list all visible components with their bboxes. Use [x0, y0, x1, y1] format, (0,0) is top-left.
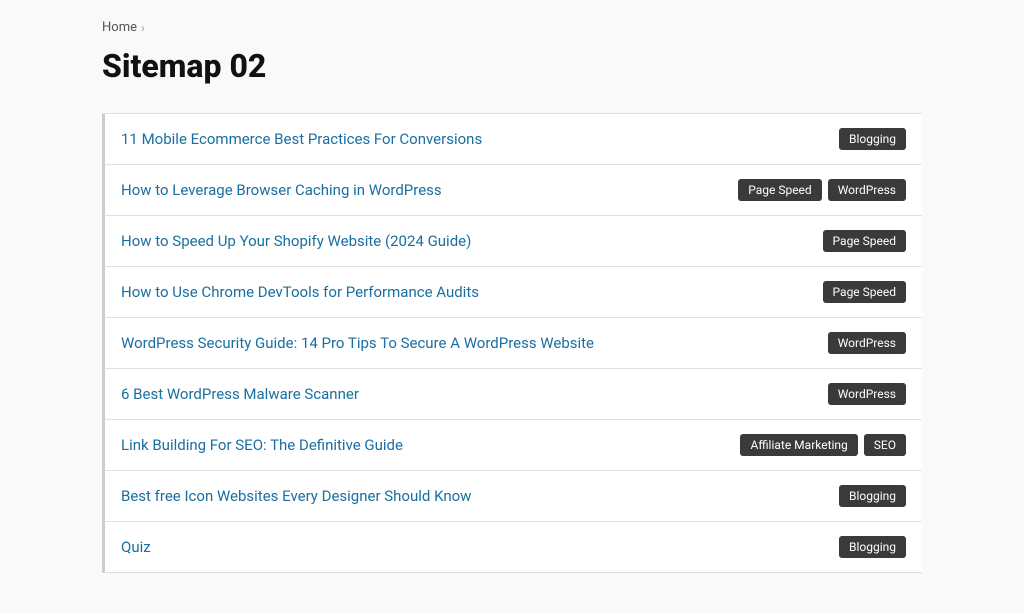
- sitemap-list: 11 Mobile Ecommerce Best Practices For C…: [102, 113, 922, 573]
- tag-group: Blogging: [839, 128, 906, 150]
- sitemap-item: Best free Icon Websites Every Designer S…: [102, 471, 922, 522]
- tag-group: Blogging: [839, 485, 906, 507]
- tag-badge[interactable]: Blogging: [839, 485, 906, 507]
- breadcrumb-separator: ›: [141, 21, 145, 35]
- tag-badge[interactable]: Page Speed: [823, 230, 906, 252]
- tag-badge[interactable]: SEO: [864, 434, 906, 456]
- sitemap-item: 11 Mobile Ecommerce Best Practices For C…: [102, 114, 922, 165]
- sitemap-item-title[interactable]: How to Leverage Browser Caching in WordP…: [121, 181, 722, 199]
- breadcrumb-home-link[interactable]: Home: [102, 20, 137, 35]
- sitemap-item: How to Speed Up Your Shopify Website (20…: [102, 216, 922, 267]
- sitemap-item: Quiz Blogging: [102, 522, 922, 573]
- tag-badge[interactable]: Page Speed: [823, 281, 906, 303]
- tag-badge[interactable]: Blogging: [839, 128, 906, 150]
- sitemap-item: How to Use Chrome DevTools for Performan…: [102, 267, 922, 318]
- tag-badge[interactable]: Page Speed: [738, 179, 821, 201]
- tag-group: Blogging: [839, 536, 906, 558]
- tag-group: WordPress: [828, 332, 906, 354]
- tag-badge[interactable]: WordPress: [828, 383, 906, 405]
- sitemap-item-title[interactable]: 11 Mobile Ecommerce Best Practices For C…: [121, 130, 823, 148]
- sitemap-item: WordPress Security Guide: 14 Pro Tips To…: [102, 318, 922, 369]
- sitemap-item-title[interactable]: 6 Best WordPress Malware Scanner: [121, 385, 812, 403]
- tag-badge[interactable]: WordPress: [828, 179, 906, 201]
- sitemap-item-title[interactable]: Best free Icon Websites Every Designer S…: [121, 487, 823, 505]
- tag-group: Affiliate Marketing SEO: [740, 434, 906, 456]
- sitemap-item: 6 Best WordPress Malware Scanner WordPres…: [102, 369, 922, 420]
- tag-group: Page Speed: [823, 230, 906, 252]
- tag-badge[interactable]: Blogging: [839, 536, 906, 558]
- tag-group: WordPress: [828, 383, 906, 405]
- sitemap-item-title[interactable]: How to Speed Up Your Shopify Website (20…: [121, 232, 807, 250]
- sitemap-item: How to Leverage Browser Caching in WordP…: [102, 165, 922, 216]
- tag-group: Page Speed WordPress: [738, 179, 906, 201]
- tag-group: Page Speed: [823, 281, 906, 303]
- page-wrapper: Home › Sitemap 02 11 Mobile Ecommerce Be…: [62, 0, 962, 613]
- breadcrumb: Home ›: [102, 20, 922, 35]
- sitemap-item-title[interactable]: WordPress Security Guide: 14 Pro Tips To…: [121, 334, 812, 352]
- sitemap-item-title[interactable]: How to Use Chrome DevTools for Performan…: [121, 283, 807, 301]
- sitemap-item-title[interactable]: Link Building For SEO: The Definitive Gu…: [121, 436, 724, 454]
- page-title: Sitemap 02: [102, 47, 922, 85]
- tag-badge[interactable]: WordPress: [828, 332, 906, 354]
- sitemap-item: Link Building For SEO: The Definitive Gu…: [102, 420, 922, 471]
- tag-badge[interactable]: Affiliate Marketing: [740, 434, 857, 456]
- sitemap-item-title[interactable]: Quiz: [121, 538, 823, 556]
